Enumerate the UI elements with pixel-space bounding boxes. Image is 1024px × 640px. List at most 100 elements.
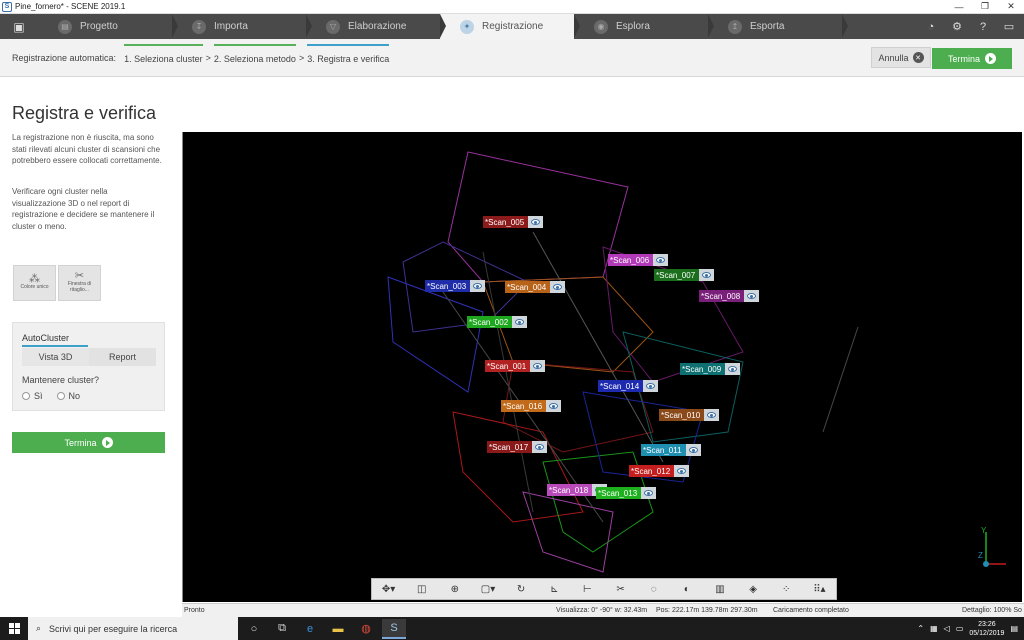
scan-label[interactable]: *Scan_011	[641, 444, 701, 456]
breadcrumb-step-3[interactable]: 3. Registra e verifica	[307, 43, 390, 64]
eye-icon[interactable]	[641, 487, 657, 499]
scan-label[interactable]: *Scan_003	[425, 280, 486, 292]
eye-icon[interactable]	[550, 281, 566, 293]
status-bar: Pronto Visualizza: 0° -90° w: 32.43m Pos…	[182, 603, 1024, 617]
eye-icon[interactable]	[530, 360, 546, 372]
eye-icon[interactable]	[653, 254, 669, 266]
status-position: Pos: 222.17m 139.78m 297.30m	[656, 607, 758, 614]
cortana-icon[interactable]: ○	[242, 619, 266, 639]
gear-icon[interactable]: ⚙	[946, 18, 968, 36]
tab-registrazione[interactable]: ✦ Registrazione	[440, 14, 580, 39]
tab-elaborazione[interactable]: ▽ Elaborazione	[306, 14, 446, 39]
rotate-icon[interactable]: ↻	[510, 584, 532, 595]
scan-label[interactable]: *Scan_012	[629, 465, 690, 477]
export-icon: ↥	[728, 19, 742, 34]
view-cube-icon[interactable]: ▢▾	[477, 584, 499, 595]
eye-icon[interactable]	[674, 465, 690, 477]
volume-icon[interactable]: ◁	[944, 624, 950, 633]
finish-button[interactable]: Termina	[12, 432, 165, 453]
chrome-icon[interactable]: ◍	[354, 619, 378, 639]
scan-label[interactable]: *Scan_016	[501, 400, 562, 412]
scan-label[interactable]: *Scan_004	[505, 281, 566, 293]
task-view-icon[interactable]: ⧉	[270, 619, 294, 639]
tab-label: Importa	[214, 21, 248, 32]
eye-icon[interactable]	[546, 400, 562, 412]
scan-label[interactable]: *Scan_017	[487, 441, 548, 453]
scan-label[interactable]: *Scan_001	[485, 360, 546, 372]
eye-icon[interactable]	[725, 363, 741, 375]
eye-icon[interactable]	[528, 216, 544, 228]
network-icon[interactable]: ▦	[930, 624, 938, 633]
scan-label[interactable]: *Scan_010	[659, 409, 720, 421]
tab-label: Esporta	[750, 21, 785, 32]
clock[interactable]: 23:26 05/12/2019	[969, 620, 1004, 638]
chart-icon[interactable]: ◔	[920, 18, 942, 36]
radio-yes[interactable]: Sì	[22, 391, 43, 401]
eye-icon[interactable]	[643, 380, 659, 392]
cancel-button[interactable]: Annulla ✕	[871, 47, 931, 68]
close-button[interactable]: ✕	[998, 1, 1024, 12]
tab-report[interactable]: Report	[89, 348, 156, 366]
eye-icon[interactable]	[704, 409, 720, 421]
autocluster-panel: AutoCluster Vista 3D Report Mantenere cl…	[12, 322, 165, 411]
scan-label[interactable]: *Scan_005	[483, 216, 544, 228]
scan-label[interactable]: *Scan_002	[467, 316, 528, 328]
edge-icon[interactable]: e	[298, 619, 322, 639]
navigation-mode-icon[interactable]: ✥▾	[378, 584, 400, 595]
chevron-up-icon[interactable]: ⌃	[917, 624, 924, 633]
minimize-button[interactable]: —	[946, 2, 972, 12]
taskbar-search[interactable]: ⌕ Scrivi qui per eseguire la ricerca	[28, 617, 238, 640]
funnel-icon: ▽	[326, 19, 340, 34]
tab-importa[interactable]: ↧ Importa	[172, 14, 312, 39]
maximize-button[interactable]: ❐	[972, 1, 998, 12]
layers-icon[interactable]: ◫	[411, 584, 433, 595]
autocluster-title[interactable]: AutoCluster	[22, 333, 69, 343]
axis-y-label: Y	[981, 526, 987, 535]
ruler-icon[interactable]: ⊢	[576, 584, 598, 595]
points-icon[interactable]: ⁘	[775, 584, 797, 595]
feedback-icon[interactable]: ▭	[998, 18, 1020, 36]
start-button[interactable]	[0, 617, 28, 640]
breadcrumb-step-1[interactable]: 1. Seleziona cluster	[124, 43, 203, 64]
help-icon[interactable]: ?	[972, 18, 994, 36]
grid-menu-icon[interactable]: ⠿▴	[808, 584, 830, 595]
zoom-fit-icon[interactable]: ⊕	[444, 584, 466, 595]
columns-icon[interactable]: ▥	[709, 584, 731, 595]
lasso-icon[interactable]: ◌	[643, 584, 665, 595]
tab-3d-view[interactable]: Vista 3D	[22, 348, 89, 366]
tab-esplora[interactable]: ◉ Esplora	[574, 14, 714, 39]
clipping-box-button[interactable]: ✂ Finestra di ritaglio...	[58, 265, 101, 301]
eye-icon[interactable]	[512, 316, 528, 328]
eye-icon[interactable]	[532, 441, 548, 453]
file-explorer-icon[interactable]: ▬	[326, 619, 350, 639]
scan-label[interactable]: *Scan_014	[598, 380, 659, 392]
scan-label[interactable]: *Scan_013	[596, 487, 657, 499]
finish-button-top[interactable]: Termina	[932, 48, 1012, 69]
workflow-bar: ▣ ▤ Progetto ↧ Importa ▽ Elaborazione ✦ …	[0, 14, 1024, 39]
scan-label[interactable]: *Scan_007	[654, 269, 715, 281]
language-icon[interactable]: ▭	[956, 624, 964, 633]
scene-taskbar-icon[interactable]: S	[382, 618, 406, 639]
eye-icon[interactable]	[699, 269, 715, 281]
tab-progetto[interactable]: ▤ Progetto	[38, 14, 178, 39]
eye-icon[interactable]	[744, 290, 760, 302]
eye-icon[interactable]	[470, 280, 486, 292]
scan-label[interactable]: *Scan_009	[680, 363, 741, 375]
split-icon[interactable]: ◐	[676, 584, 698, 595]
radio-no[interactable]: No	[56, 391, 80, 401]
breadcrumb-step-2[interactable]: 2. Seleziona metodo	[213, 43, 296, 64]
scan-label[interactable]: *Scan_006	[608, 254, 669, 266]
3d-viewport[interactable]: *Scan_005 *Scan_006 *Scan_007 *Scan_008 …	[182, 132, 1022, 602]
measure-icon[interactable]: ⊾	[543, 584, 565, 595]
eye-icon[interactable]	[685, 444, 701, 456]
clip-icon[interactable]: ✂	[610, 584, 632, 595]
search-placeholder: Scrivi qui per eseguire la ricerca	[49, 623, 178, 634]
single-color-button[interactable]: ⁂ Colore unico	[13, 265, 56, 301]
play-icon	[101, 437, 113, 448]
finish-label: Termina	[947, 53, 980, 64]
scan-label[interactable]: *Scan_008	[699, 290, 760, 302]
tab-esporta[interactable]: ↥ Esporta	[708, 14, 848, 39]
notifications-icon[interactable]: ▤	[1010, 624, 1018, 633]
cube-icon[interactable]: ◈	[742, 584, 764, 595]
save-icon[interactable]: ▣	[0, 14, 38, 39]
